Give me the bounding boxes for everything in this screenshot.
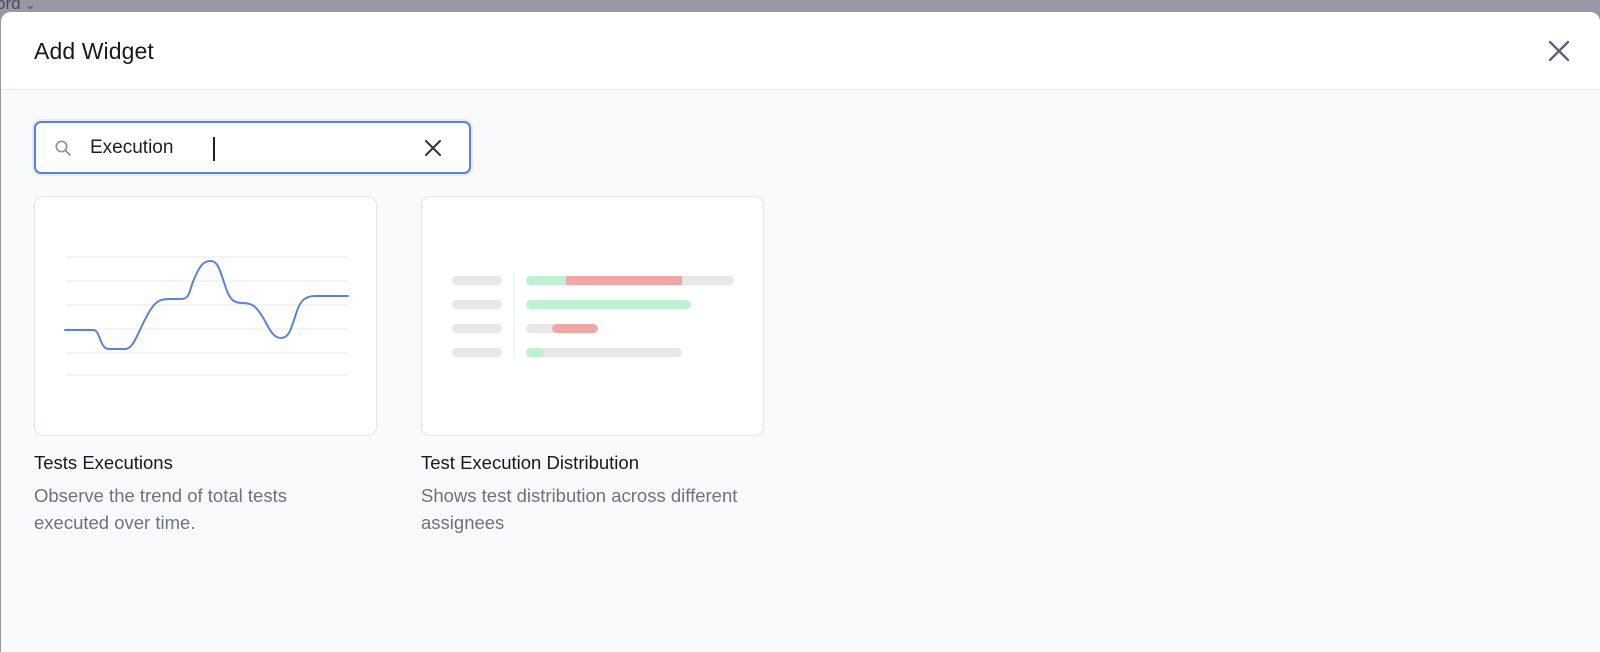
text-caret bbox=[213, 137, 215, 161]
widget-title: Test Execution Distribution bbox=[421, 452, 639, 473]
widget-description: Observe the trend of total tests execute… bbox=[34, 485, 287, 533]
chevron-down-icon: ⌄ bbox=[25, 0, 36, 12]
modal-title: Add Widget bbox=[34, 38, 154, 64]
close-button[interactable] bbox=[1544, 36, 1574, 66]
widget-description: Shows test distribution across different… bbox=[421, 485, 738, 533]
widget-card-test-execution-distribution[interactable]: Test Execution Distribution Shows test d… bbox=[421, 196, 764, 536]
clear-search-button[interactable] bbox=[422, 137, 444, 159]
search-box[interactable] bbox=[34, 121, 471, 174]
search-icon bbox=[55, 140, 71, 156]
search-input[interactable] bbox=[90, 133, 410, 163]
clear-icon bbox=[425, 140, 441, 156]
add-widget-modal: Add Widget Execution Tests Executions Ob… bbox=[1, 12, 1600, 652]
widget-card-tests-executions[interactable]: Tests Executions Observe the trend of to… bbox=[34, 196, 377, 536]
widget-title: Tests Executions bbox=[34, 452, 173, 473]
modal-header: Add Widget bbox=[1, 12, 1600, 90]
close-icon bbox=[1548, 40, 1570, 62]
widget-preview-stacked-bar[interactable] bbox=[421, 196, 764, 436]
line-chart-thumbnail-graphic bbox=[64, 256, 349, 376]
widget-preview-line-chart[interactable] bbox=[34, 196, 377, 436]
stacked-bar-thumbnail-graphic bbox=[452, 273, 734, 359]
